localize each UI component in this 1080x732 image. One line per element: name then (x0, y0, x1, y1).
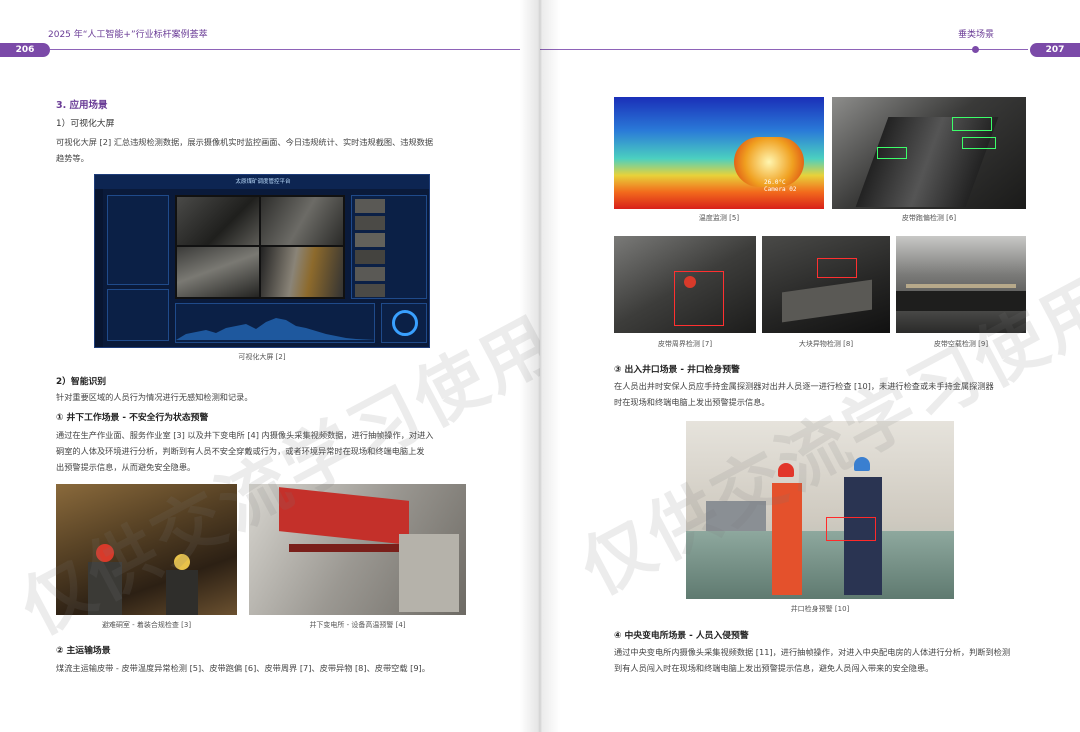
camera-feed-3 (177, 247, 259, 297)
scene3-title: ③ 出入井口场景 - 井口检身预警 (614, 365, 740, 375)
sub1-text-line1: 可视化大屏 [2] 汇总违规检测数据，展示摄像机实时监控画面、今日违规统计、实时… (56, 137, 434, 147)
left-page: 2025 年“人工智能+”行业标杆案例荟萃 206 3. 应用场景 1）可视化大… (0, 0, 540, 732)
right-page-number: 207 (1030, 43, 1080, 57)
scene4-line1: 通过中央变电所内摄像头采集视频数据 [11]，进行抽帧操作，对进入中央配电房的人… (614, 647, 1011, 657)
switchgear-base (289, 544, 399, 552)
gauge-ring (392, 310, 418, 336)
fig5-caption: 温度监测 [5] (698, 214, 740, 222)
left-page-number: 206 (0, 43, 50, 57)
camera-grid (175, 195, 345, 299)
dashboard-title: 太原煤矿调度管控平台 (235, 179, 291, 185)
dashboard-stats-panel (107, 195, 169, 285)
sub2-title: 2）智能识别 (56, 377, 107, 387)
fig6-image (832, 97, 1026, 209)
scene4-title: ④ 中央变电所场景 - 人员入侵预警 (614, 631, 749, 641)
fig6-caption: 皮带跑偏检测 [6] (901, 214, 957, 222)
detection-box-1 (952, 117, 992, 131)
fig7-caption: 皮带周界检测 [7] (657, 340, 713, 348)
detection-box-2 (962, 137, 996, 149)
violation-snapshot-list (351, 195, 427, 299)
scene3-line2: 时在现场和终端电脑上发出预警提示信息。 (614, 397, 770, 407)
trend-chart (176, 318, 376, 340)
dashboard-sidebar (95, 189, 103, 347)
fig7-image (614, 236, 756, 333)
dashboard-image: 太原煤矿调度管控平台 (94, 174, 430, 348)
detection-box-3 (877, 147, 907, 159)
left-header-title: 2025 年“人工智能+”行业标杆案例荟萃 (48, 30, 208, 40)
right-header-title: 垂类场景 (958, 30, 995, 40)
perimeter-alert-box (674, 271, 724, 326)
right-header-divider (540, 49, 1028, 50)
belt-rail (906, 284, 1016, 288)
fig5-overlay: 26.0°C Camera 02 (764, 179, 797, 193)
scene2-text: 煤流主运输皮带 - 皮带温度异常检测 [5]、皮带跑偏 [6]、皮带周界 [7]… (56, 663, 430, 673)
camera-feed-1 (177, 197, 259, 245)
sub1-title: 1）可视化大屏 (56, 119, 115, 129)
scene4-line2: 到有人员闯入时在现场和终端电脑上发出预警提示信息，避免人员闯入带来的安全隐患。 (614, 663, 934, 673)
fig5-image: 26.0°C Camera 02 (614, 97, 824, 209)
fig8-caption: 大块异物检测 [8] (798, 340, 854, 348)
foreign-object-box (817, 258, 857, 278)
gauge-panel (381, 303, 427, 343)
left-header-divider (50, 49, 520, 50)
scene1-title: ① 井下工作场景 - 不安全行为状态预警 (56, 413, 209, 423)
metal-detector-box (826, 517, 876, 541)
camera-feed-4 (261, 247, 343, 297)
sub2-text: 针对重要区域的人员行为情况进行无感知检测和记录。 (56, 392, 253, 402)
header-dot (972, 46, 979, 53)
dashboard-list-panel (107, 289, 169, 341)
right-page: 垂类场景 207 26.0°C Camera 02 温度监测 [5] 皮带跑偏检… (540, 0, 1080, 732)
fig4-caption: 井下变电所 - 设备高温预警 [4] (309, 621, 406, 629)
floor-area (399, 534, 459, 612)
trend-chart-panel (175, 303, 376, 343)
camera-feed-2 (261, 197, 343, 245)
fig10-caption: 井口检身预警 [10] (790, 605, 850, 613)
belt-section (782, 279, 872, 323)
fig8-image (762, 236, 890, 333)
section-title: 3. 应用场景 (56, 100, 108, 111)
fig2-caption: 可视化大屏 [2] (238, 353, 286, 361)
sub1-text-line2: 趋势等。 (56, 153, 89, 163)
